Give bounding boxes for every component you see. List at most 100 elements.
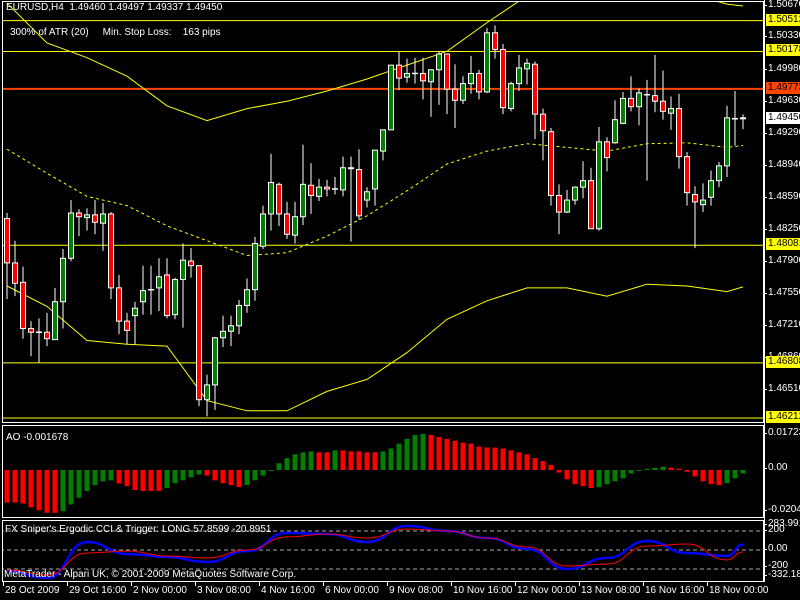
ao-bar-up [196,470,202,475]
ao-bar-up [308,451,314,470]
ao-bar-down [524,454,530,470]
ao-bar-down [708,470,714,485]
bull-candle [60,257,66,303]
ao-bar-down [36,470,42,511]
bull-candle [244,289,250,306]
bear-candle [652,95,658,102]
price-tick [764,164,767,166]
ao-bar-up [268,470,274,471]
ao-bar-up [100,470,106,482]
bear-candle [4,218,10,264]
bull-candle [572,186,578,201]
ao-bar-up [260,470,266,476]
level-price-label: 1.46212 [766,410,800,423]
ao-bar-down [316,452,322,470]
stop-loss-label: Min. Stop Loss: [102,27,172,38]
copyright-text: MetaTrader - Alpari UK, © 2001-2009 Meta… [4,569,297,580]
time-label: 3 Nov 08:00 [197,585,251,596]
ao-bar-up [636,470,642,471]
ao-bar-up [596,470,602,488]
bear-candle [196,265,202,401]
cci-label: FX Sniper's Ergodic CCI & Trigger: LONG … [5,524,272,535]
bear-candle [500,48,506,109]
bull-candle [220,330,226,339]
bear-candle [684,156,690,194]
ao-bar-up [612,470,618,482]
ao-bar-down [372,452,378,470]
ao-label: AO -0.001678 [6,432,69,443]
bear-candle [660,100,666,112]
level-price-label: 1.49773 [766,81,800,94]
ao-bar-down [204,470,210,476]
ao-bar-up [380,451,386,470]
ao-bar-down [4,470,10,503]
bear-candle [444,53,450,90]
price-tick [764,132,767,134]
bull-candle [596,141,602,230]
ao-bar-down [484,447,490,470]
main-chart-panel[interactable] [2,1,764,423]
bull-candle [228,325,234,332]
time-tick [259,582,260,586]
ao-bar-down [44,470,50,513]
ao-tick-label: -0.02049 [768,504,800,515]
ao-bar-down [676,468,682,470]
bear-candle [284,213,290,235]
cci-tick-label: -332.188 [768,569,800,580]
ao-bar-down [428,434,434,470]
bear-candle [324,186,330,190]
time-label: 4 Nov 16:00 [261,585,315,596]
bull-candle [516,67,522,85]
bear-candle [188,260,194,267]
bull-candle [132,307,138,317]
ao-bar-down [124,470,130,487]
ao-tick [764,510,767,511]
ao-bar-up [108,470,114,481]
ao-bar-down [588,470,594,489]
ao-indicator-panel[interactable] [2,425,764,518]
bear-candle [396,64,402,79]
bear-candle [76,212,82,218]
ao-bar-down [228,470,234,486]
price-tick-label: 1.48590 [768,191,800,203]
ao-bar-up [284,458,290,470]
ao-bar-up [740,470,746,474]
ao-bar-up [404,438,410,470]
ao-bar-up [732,470,738,479]
ao-bar-down [540,461,546,470]
time-tick [451,582,452,586]
ao-bar-down [476,446,482,470]
bear-candle [348,167,354,170]
bear-candle [548,131,554,196]
ao-bar-down [556,470,562,473]
bear-candle [452,88,458,101]
bull-candle [204,384,210,401]
ao-bar-down [716,470,722,486]
ao-bar-up [604,470,610,485]
bull-candle [84,214,90,219]
ao-bar-down [220,470,226,484]
ao-bar-up [724,470,730,484]
ao-bar-down [132,470,138,490]
ao-bar-down [340,450,346,470]
bear-candle [108,213,114,289]
ao-bar-up [164,470,170,489]
time-tick [67,582,68,586]
ao-bar-up [244,470,250,486]
ao-bar-down [700,470,706,482]
cci-tick [764,566,767,567]
ao-bar-up [92,470,98,486]
ao-bar-down [140,470,146,491]
bull-candle [340,167,346,191]
bull-candle [524,62,530,70]
ao-bar-up [172,470,178,484]
ao-bar-down [516,452,522,470]
time-tick [707,582,708,586]
ao-bar-down [564,470,570,480]
price-tick-label: 1.49630 [768,95,800,107]
ao-bar-down [580,470,586,487]
bull-candle [364,191,370,201]
bull-candle [716,165,722,182]
bull-candle [292,216,298,236]
level-price-label: 1.50178 [766,44,800,57]
